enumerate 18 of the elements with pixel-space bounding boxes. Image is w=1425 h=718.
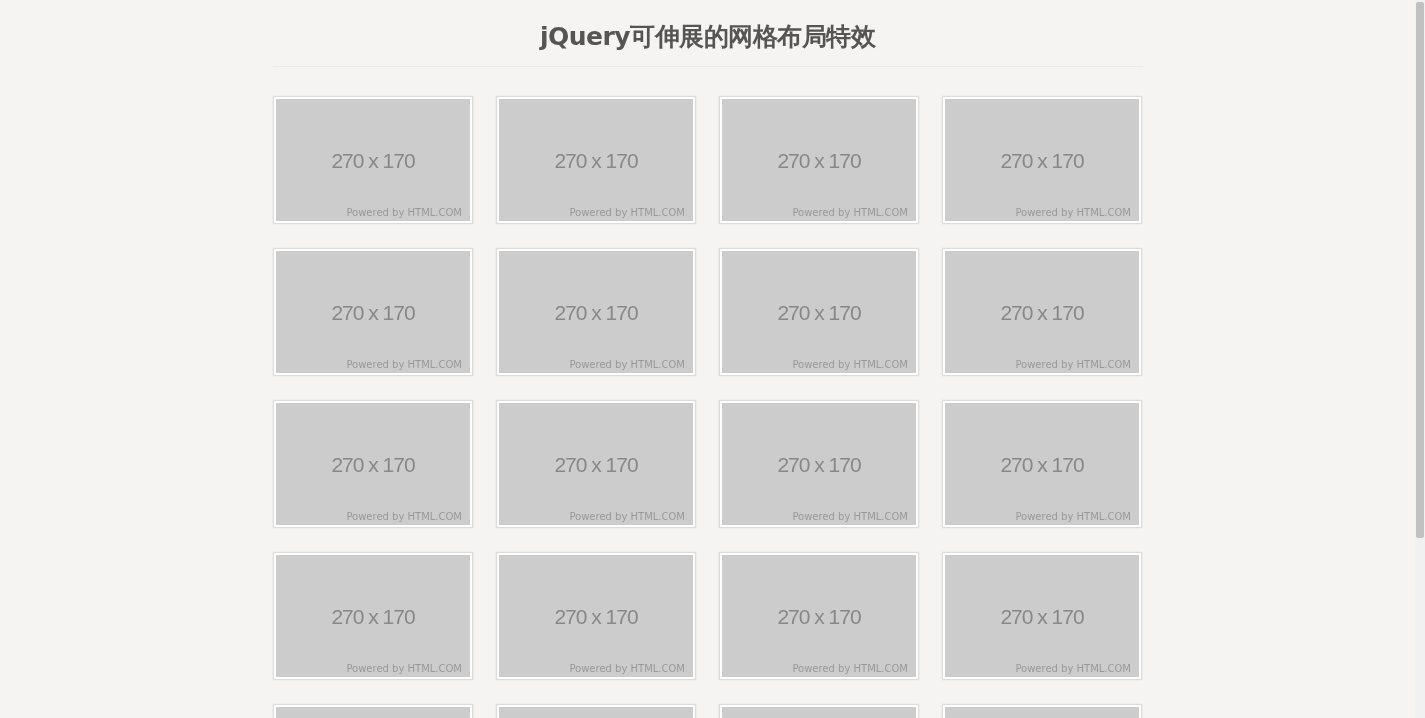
image-size-label: 270 x 170: [331, 453, 415, 477]
image-size-label: 270 x 170: [554, 605, 638, 629]
image-size-label: 270 x 170: [777, 605, 861, 629]
image-size-label: 270 x 170: [331, 605, 415, 629]
image-size-label: 270 x 170: [331, 149, 415, 173]
image-size-label: 270 x 170: [554, 301, 638, 325]
image-size-label: 270 x 170: [777, 453, 861, 477]
image-size-label: 270 x 170: [1000, 149, 1084, 173]
image-size-label: 270 x 170: [777, 301, 861, 325]
image-size-label: 270 x 170: [777, 149, 861, 173]
page-title: jQuery可伸展的网格布局特效: [539, 21, 876, 53]
image-size-label: 270 x 170: [554, 149, 638, 173]
image-size-label: 270 x 170: [554, 453, 638, 477]
image-size-label: 270 x 170: [331, 301, 415, 325]
image-size-label: 270 x 170: [1000, 301, 1084, 325]
image-size-label: 270 x 170: [1000, 605, 1084, 629]
image-size-label: 270 x 170: [1000, 453, 1084, 477]
scrollbar-thumb[interactable]: [1416, 2, 1424, 538]
